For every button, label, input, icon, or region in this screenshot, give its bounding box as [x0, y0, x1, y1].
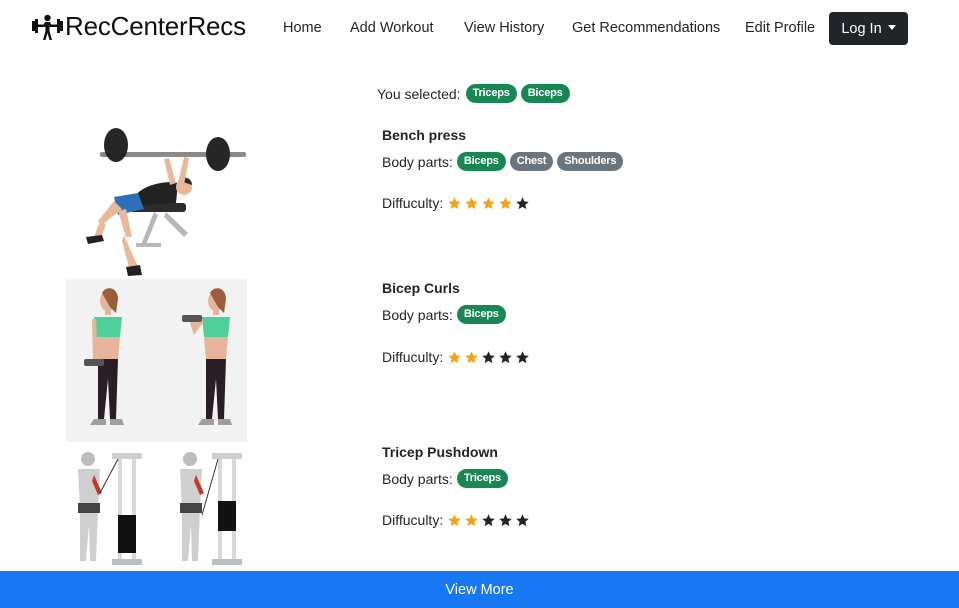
selected-tag: Biceps	[520, 84, 570, 103]
brand-name: RecCenterRecs	[65, 11, 246, 41]
exercise-title: Tricep Pushdown	[382, 444, 498, 460]
body-part-badge: Chest	[509, 152, 554, 171]
login-dropdown-button[interactable]: Log In	[829, 12, 908, 45]
nav-edit-profile[interactable]: Edit Profile	[745, 19, 815, 37]
exercise-title: Bench press	[382, 127, 467, 143]
view-more-label: View More	[445, 581, 514, 598]
star-empty-icon	[516, 350, 529, 363]
star-empty-icon	[516, 196, 529, 209]
star-empty-icon	[482, 513, 495, 526]
difficulty-stars	[447, 350, 530, 365]
nav-home[interactable]: Home	[283, 19, 322, 37]
body-part-badge: Shoulders	[557, 152, 624, 171]
star-empty-icon	[499, 513, 512, 526]
nav-get-recommendations[interactable]: Get Recommendations	[572, 19, 720, 37]
body-part-badge: Biceps	[456, 152, 506, 171]
star-empty-icon	[482, 350, 495, 363]
star-filled-icon	[465, 513, 478, 526]
body-parts-label: Body parts:	[382, 306, 453, 323]
view-more-button[interactable]: View More	[0, 571, 959, 608]
exercise-difficulty: Diffuculty:	[382, 195, 530, 211]
star-filled-icon	[482, 196, 495, 209]
bench-press-illustration	[66, 125, 248, 277]
tricep-pushdown-illustration	[66, 445, 246, 569]
body-parts-label: Body parts:	[382, 153, 453, 170]
exercise-difficulty: Diffuculty:	[382, 349, 530, 365]
login-label: Log In	[841, 20, 882, 37]
brand-link[interactable]: RecCenterRecs	[31, 10, 246, 42]
star-filled-icon	[448, 350, 461, 363]
star-empty-icon	[499, 350, 512, 363]
star-empty-icon	[516, 513, 529, 526]
bicep-curl-illustration	[66, 279, 247, 442]
caret-down-icon	[887, 25, 896, 30]
exercise-body-parts: Body parts: Biceps	[382, 305, 506, 324]
star-filled-icon	[465, 350, 478, 363]
nav-add-workout[interactable]: Add Workout	[350, 19, 434, 37]
difficulty-label: Diffuculty:	[382, 349, 444, 365]
body-part-badge: Biceps	[456, 305, 506, 324]
exercise-body-parts: Body parts: Triceps	[382, 469, 508, 488]
navbar: RecCenterRecs Home Add Workout View Hist…	[0, 0, 959, 56]
body-parts-label: Body parts:	[382, 470, 453, 487]
difficulty-label: Diffuculty:	[382, 512, 444, 528]
exercise-title: Bicep Curls	[382, 280, 460, 296]
star-filled-icon	[448, 196, 461, 209]
nav-view-history[interactable]: View History	[464, 19, 544, 37]
star-filled-icon	[465, 196, 478, 209]
exercise-difficulty: Diffuculty:	[382, 512, 530, 528]
difficulty-stars	[447, 196, 530, 211]
body-part-badge: Triceps	[456, 469, 508, 488]
selection-summary: You selected: Triceps Biceps	[377, 84, 570, 103]
exercise-body-parts: Body parts: Biceps Chest Shoulders	[382, 152, 624, 171]
difficulty-label: Diffuculty:	[382, 195, 444, 211]
selected-tag: Triceps	[465, 84, 517, 103]
difficulty-stars	[447, 513, 530, 528]
weightlifter-icon	[32, 14, 63, 40]
star-filled-icon	[448, 513, 461, 526]
star-filled-icon	[499, 196, 512, 209]
selection-label: You selected:	[377, 85, 461, 102]
